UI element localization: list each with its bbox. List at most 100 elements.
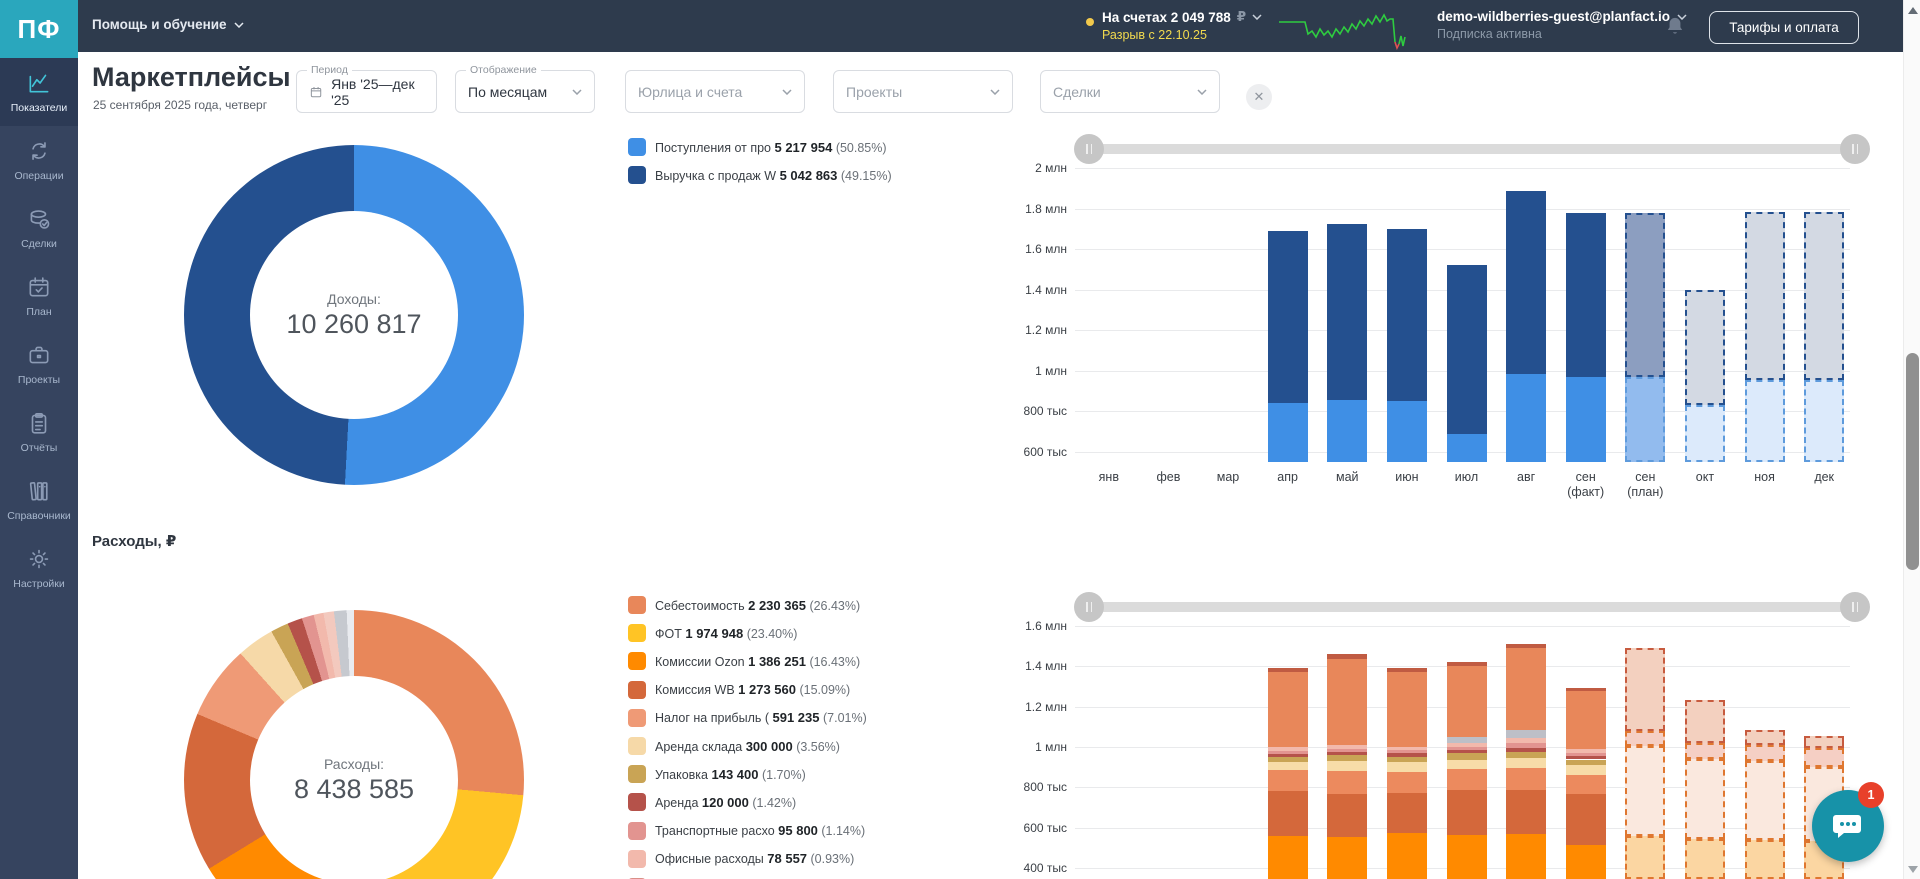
bar-segment-дек[interactable] — [1804, 380, 1844, 462]
bar-segment-май[interactable] — [1327, 400, 1367, 462]
sidebar-item-Проекты[interactable]: Проекты — [0, 330, 78, 398]
bar-segment-авг[interactable] — [1506, 758, 1546, 768]
sidebar-item-План[interactable]: План — [0, 262, 78, 330]
bar-segment-апр[interactable] — [1268, 672, 1308, 747]
bar-segment-сен(факт)[interactable] — [1566, 688, 1606, 692]
bar-segment-июн[interactable] — [1387, 747, 1427, 750]
display-mode-select[interactable]: Отображение По месяцам — [455, 70, 595, 113]
clear-filters-button[interactable]: ✕ — [1246, 84, 1272, 110]
legend-item[interactable]: Выручка с продаж W 5 042 863 (49.15%) — [628, 161, 892, 189]
bar-segment-апр[interactable] — [1268, 770, 1308, 791]
bar-segment-авг[interactable] — [1506, 752, 1546, 758]
bar-segment-июл[interactable] — [1447, 769, 1487, 790]
user-menu[interactable]: demo-wildberries-guest@planfact.io Подпи… — [1437, 9, 1687, 41]
bar-segment-авг[interactable] — [1506, 648, 1546, 730]
bar-segment-авг[interactable] — [1506, 644, 1546, 648]
sidebar-item-Показатели[interactable]: Показатели — [0, 58, 78, 126]
bar-segment-сен(план)[interactable] — [1625, 746, 1665, 836]
legend-item[interactable]: ФОТ 1 974 948 (23.40%) — [628, 619, 867, 647]
bar-segment-май[interactable] — [1327, 837, 1367, 879]
legend-item[interactable]: Налог на прибыль ( 591 235 (7.01%) — [628, 704, 867, 732]
bar-segment-июл[interactable] — [1447, 666, 1487, 737]
bar-segment-дек[interactable] — [1804, 748, 1844, 767]
help-menu[interactable]: Помощь и обучение — [92, 17, 244, 32]
bar-segment-сен(факт)[interactable] — [1566, 775, 1606, 794]
bar-segment-май[interactable] — [1327, 659, 1367, 746]
deals-filter[interactable]: Сделки — [1040, 70, 1220, 113]
bar-segment-июн[interactable] — [1387, 772, 1427, 793]
bar-segment-апр[interactable] — [1268, 751, 1308, 754]
bar-segment-апр[interactable] — [1268, 762, 1308, 771]
bar-segment-июн[interactable] — [1387, 762, 1427, 771]
bar-segment-авг[interactable] — [1506, 374, 1546, 462]
bell-icon[interactable] — [1662, 13, 1688, 39]
income-donut-ring[interactable]: Доходы: 10 260 817 — [184, 145, 524, 485]
scrollbar-thumb[interactable] — [1906, 353, 1919, 570]
slider-track[interactable] — [1086, 602, 1858, 612]
bar-segment-апр[interactable] — [1268, 836, 1308, 879]
bar-segment-июл[interactable] — [1447, 835, 1487, 879]
bar-segment-сен(план)[interactable] — [1625, 648, 1665, 731]
bar-segment-окт[interactable] — [1685, 700, 1725, 743]
bar-segment-сен(факт)[interactable] — [1566, 765, 1606, 775]
bar-segment-окт[interactable] — [1685, 743, 1725, 759]
sidebar-item-Сделки[interactable]: Сделки — [0, 194, 78, 262]
bar-segment-окт[interactable] — [1685, 405, 1725, 462]
legend-item[interactable]: Аренда 120 000 (1.42%) — [628, 788, 867, 816]
bar-segment-сен(факт)[interactable] — [1566, 845, 1606, 879]
bar-segment-июл[interactable] — [1447, 743, 1487, 747]
sidebar-item-Настройки[interactable]: Настройки — [0, 534, 78, 602]
bar-segment-июн[interactable] — [1387, 757, 1427, 762]
legend-item[interactable]: Комиссия WB 1 273 560 (15.09%) — [628, 676, 867, 704]
bar-segment-сен(план)[interactable] — [1625, 836, 1665, 879]
bar-segment-июн[interactable] — [1387, 229, 1427, 401]
page-scrollbar[interactable] — [1903, 0, 1920, 879]
bar-segment-июл[interactable] — [1447, 790, 1487, 834]
bar-segment-май[interactable] — [1327, 755, 1367, 761]
bar-segment-сен(факт)[interactable] — [1566, 377, 1606, 462]
bar-segment-дек[interactable] — [1804, 736, 1844, 748]
bar-segment-июн[interactable] — [1387, 793, 1427, 833]
bar-segment-апр[interactable] — [1268, 747, 1308, 750]
bar-segment-сен(план)[interactable] — [1625, 377, 1665, 462]
legend-item[interactable]: Поступления от про 5 217 954 (50.85%) — [628, 133, 892, 161]
bar-segment-авг[interactable] — [1506, 790, 1546, 834]
bar-segment-апр[interactable] — [1268, 668, 1308, 672]
slider-track[interactable] — [1086, 144, 1858, 154]
bar-segment-апр[interactable] — [1268, 791, 1308, 835]
projects-filter[interactable]: Проекты — [833, 70, 1013, 113]
legend-item[interactable] — [628, 873, 867, 879]
bar-segment-авг[interactable] — [1506, 748, 1546, 752]
bar-segment-сен(факт)[interactable] — [1566, 753, 1606, 756]
bar-segment-май[interactable] — [1327, 224, 1367, 400]
sidebar-item-Операции[interactable]: Операции — [0, 126, 78, 194]
bar-segment-июн[interactable] — [1387, 753, 1427, 756]
bar-segment-июл[interactable] — [1447, 434, 1487, 462]
bar-segment-сен(план)[interactable] — [1625, 213, 1665, 377]
bar-segment-июл[interactable] — [1447, 265, 1487, 434]
legend-item[interactable]: Комиссии Ozon 1 386 251 (16.43%) — [628, 647, 867, 675]
bar-segment-сен(факт)[interactable] — [1566, 213, 1606, 377]
bar-segment-ноя[interactable] — [1745, 840, 1785, 879]
bar-segment-июн[interactable] — [1387, 668, 1427, 672]
bar-segment-май[interactable] — [1327, 745, 1367, 748]
legend-item[interactable]: Себестоимость 2 230 365 (26.43%) — [628, 591, 867, 619]
bar-segment-июл[interactable] — [1447, 753, 1487, 760]
bar-segment-июл[interactable] — [1447, 747, 1487, 750]
bar-segment-авг[interactable] — [1506, 730, 1546, 737]
accounts-status[interactable]: На счетах 2 049 788 ₽ Разрыв с 22.10.25 — [1086, 9, 1262, 42]
bar-segment-сен(план)[interactable] — [1625, 731, 1665, 746]
bar-segment-авг[interactable] — [1506, 768, 1546, 790]
bar-segment-май[interactable] — [1327, 771, 1367, 794]
legend-item[interactable]: Упаковка 143 400 (1.70%) — [628, 760, 867, 788]
bar-segment-авг[interactable] — [1506, 191, 1546, 374]
bar-segment-сен(факт)[interactable] — [1566, 756, 1606, 759]
bar-segment-окт[interactable] — [1685, 290, 1725, 405]
bar-segment-ноя[interactable] — [1745, 761, 1785, 840]
bar-segment-авг[interactable] — [1506, 738, 1546, 743]
bar-segment-апр[interactable] — [1268, 757, 1308, 761]
bar-segment-июн[interactable] — [1387, 401, 1427, 462]
bar-segment-ноя[interactable] — [1745, 730, 1785, 745]
bar-segment-авг[interactable] — [1506, 743, 1546, 748]
scroll-up-arrow[interactable] — [1904, 2, 1920, 18]
